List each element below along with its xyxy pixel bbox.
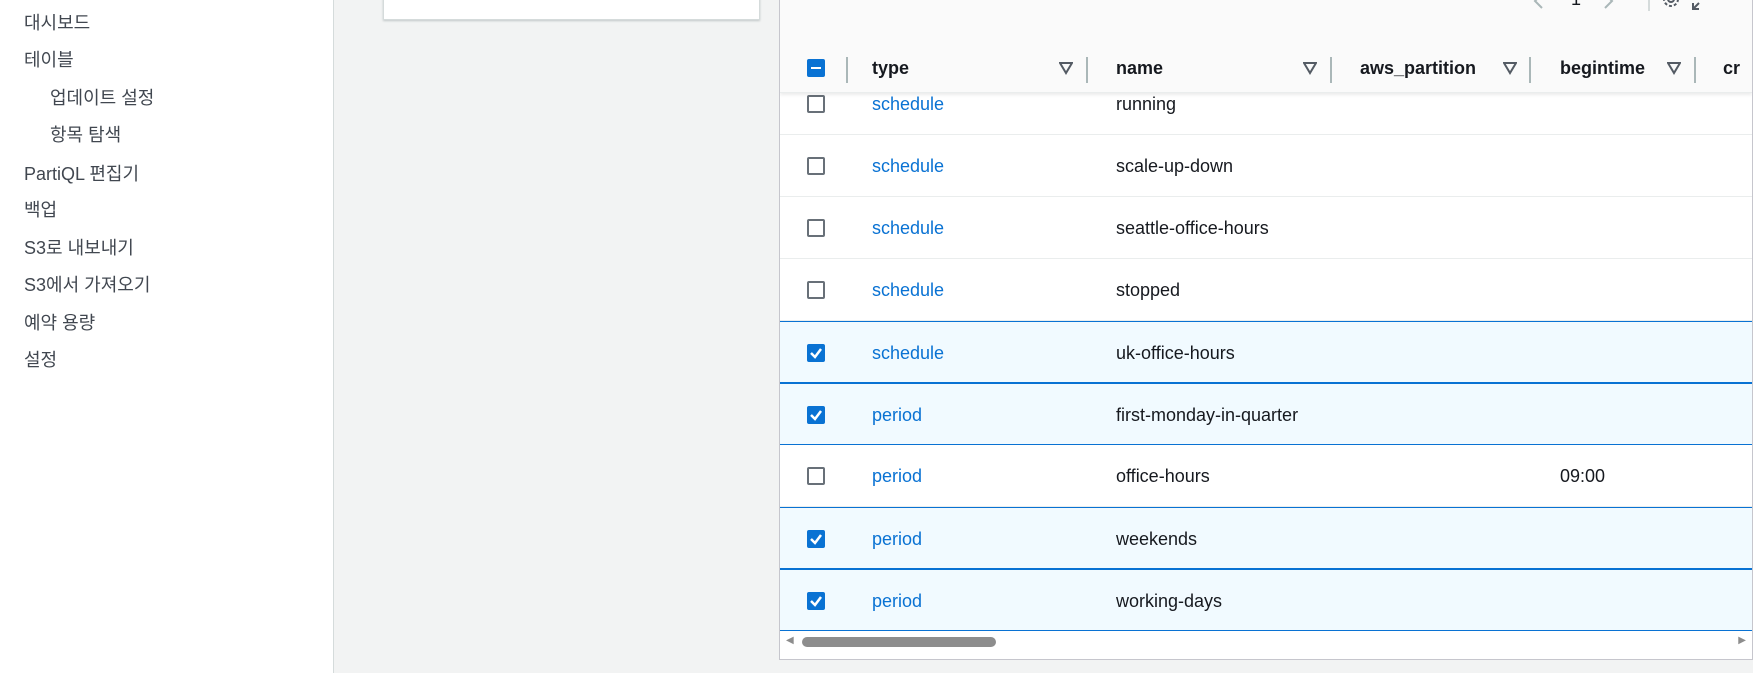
side-navigation: 대시보드 테이블 업데이트 설정 항목 탐색 PartiQL 편집기 백업 S3… bbox=[0, 0, 334, 673]
type-cell[interactable]: period bbox=[872, 445, 922, 507]
type-cell[interactable]: schedule bbox=[872, 322, 944, 384]
scroll-right-arrow-icon[interactable]: ▶ bbox=[1738, 635, 1746, 646]
begintime-cell: 09:00 bbox=[1560, 465, 1606, 486]
table-toolbar: 1 bbox=[780, 0, 1752, 43]
select-all-checkbox[interactable] bbox=[807, 59, 825, 77]
caret-down-icon[interactable] bbox=[1666, 61, 1682, 75]
caret-down-icon[interactable] bbox=[1058, 61, 1074, 75]
name-cell: weekends bbox=[1116, 528, 1198, 549]
nav-item-dashboard[interactable]: 대시보드 bbox=[24, 9, 90, 35]
column-label: type bbox=[872, 57, 910, 78]
toolbar-divider bbox=[1648, 0, 1650, 11]
type-cell[interactable]: schedule bbox=[872, 259, 944, 321]
table-header: type name aws_partition begintime cr bbox=[780, 43, 1752, 93]
nav-item-partiql-editor[interactable]: PartiQL 편집기 bbox=[24, 160, 139, 186]
query-card bbox=[383, 0, 760, 20]
nav-item-explore-items[interactable]: 항목 탐색 bbox=[50, 121, 121, 147]
type-cell[interactable]: period bbox=[872, 508, 922, 570]
column-header-cr[interactable]: cr bbox=[1723, 43, 1740, 93]
column-label: aws_partition bbox=[1360, 57, 1477, 78]
type-cell[interactable]: schedule bbox=[872, 135, 944, 197]
table-row[interactable]: schedule stopped bbox=[780, 259, 1752, 321]
table-row-selected[interactable]: period weekends bbox=[780, 507, 1752, 569]
name-cell: scale-up-down bbox=[1116, 155, 1234, 176]
row-checkbox[interactable] bbox=[807, 281, 825, 299]
name-cell: first-monday-in-quarter bbox=[1116, 404, 1299, 425]
row-checkbox-checked[interactable] bbox=[807, 592, 825, 610]
table-row[interactable]: schedule seattle-office-hours bbox=[780, 197, 1752, 259]
chevron-right-icon[interactable] bbox=[1601, 0, 1615, 13]
type-cell[interactable]: period bbox=[872, 384, 922, 446]
table-row-selected[interactable]: schedule uk-office-hours bbox=[780, 321, 1752, 383]
name-cell: seattle-office-hours bbox=[1116, 217, 1269, 238]
name-cell: office-hours bbox=[1116, 465, 1210, 486]
page-number[interactable]: 1 bbox=[1571, 0, 1581, 9]
table-row-selected[interactable]: period working-days bbox=[780, 569, 1752, 631]
row-checkbox[interactable] bbox=[807, 157, 825, 175]
column-divider[interactable] bbox=[1694, 57, 1696, 83]
column-header-aws-partition[interactable]: aws_partition bbox=[1360, 43, 1476, 93]
name-cell: stopped bbox=[1116, 279, 1181, 300]
caret-down-icon[interactable] bbox=[1502, 61, 1518, 75]
chevron-left-icon[interactable] bbox=[1532, 0, 1546, 13]
column-divider[interactable] bbox=[1330, 57, 1332, 83]
nav-item-update-settings[interactable]: 업데이트 설정 bbox=[50, 84, 154, 110]
name-cell: working-days bbox=[1116, 590, 1223, 611]
type-cell[interactable]: period bbox=[872, 570, 922, 632]
nav-item-reserved-capacity[interactable]: 예약 용량 bbox=[24, 309, 95, 335]
row-checkbox-checked[interactable] bbox=[807, 406, 825, 424]
table-row[interactable]: schedule scale-up-down bbox=[780, 135, 1752, 197]
row-checkbox[interactable] bbox=[807, 219, 825, 237]
nav-item-settings[interactable]: 설정 bbox=[24, 346, 57, 372]
column-header-type[interactable]: type bbox=[872, 43, 909, 93]
row-checkbox[interactable] bbox=[807, 95, 825, 113]
column-label: cr bbox=[1723, 57, 1741, 78]
nav-item-tables[interactable]: 테이블 bbox=[24, 46, 74, 72]
name-cell: uk-office-hours bbox=[1116, 342, 1235, 363]
table-row[interactable]: period office-hours 09:00 bbox=[780, 445, 1752, 507]
type-cell[interactable]: schedule bbox=[872, 197, 944, 259]
column-label: begintime bbox=[1560, 57, 1646, 78]
scroll-left-arrow-icon[interactable]: ◀ bbox=[786, 635, 794, 646]
caret-down-icon[interactable] bbox=[1302, 61, 1318, 75]
nav-item-backups[interactable]: 백업 bbox=[24, 196, 57, 222]
gear-icon[interactable] bbox=[1660, 0, 1682, 15]
expand-icon[interactable] bbox=[1691, 0, 1711, 15]
column-divider[interactable] bbox=[1086, 57, 1088, 83]
row-checkbox[interactable] bbox=[807, 467, 825, 485]
table-body: schedule running schedule scale-up-down … bbox=[780, 73, 1752, 633]
row-checkbox-checked[interactable] bbox=[807, 530, 825, 548]
column-label: name bbox=[1116, 57, 1164, 78]
column-header-name[interactable]: name bbox=[1116, 43, 1163, 93]
horizontal-scrollbar[interactable]: ◀ ▶ bbox=[780, 632, 1752, 650]
items-table-panel: 1 type name aws_partit bbox=[779, 0, 1753, 660]
nav-item-export-to-s3[interactable]: S3로 내보내기 bbox=[24, 234, 134, 260]
nav-item-import-from-s3[interactable]: S3에서 가져오기 bbox=[24, 271, 150, 297]
row-checkbox-checked[interactable] bbox=[807, 344, 825, 362]
table-row-selected[interactable]: period first-monday-in-quarter bbox=[780, 383, 1752, 445]
scrollbar-thumb[interactable] bbox=[802, 637, 996, 647]
column-divider bbox=[846, 57, 848, 83]
column-divider[interactable] bbox=[1529, 57, 1531, 83]
column-header-begintime[interactable]: begintime bbox=[1560, 43, 1645, 93]
